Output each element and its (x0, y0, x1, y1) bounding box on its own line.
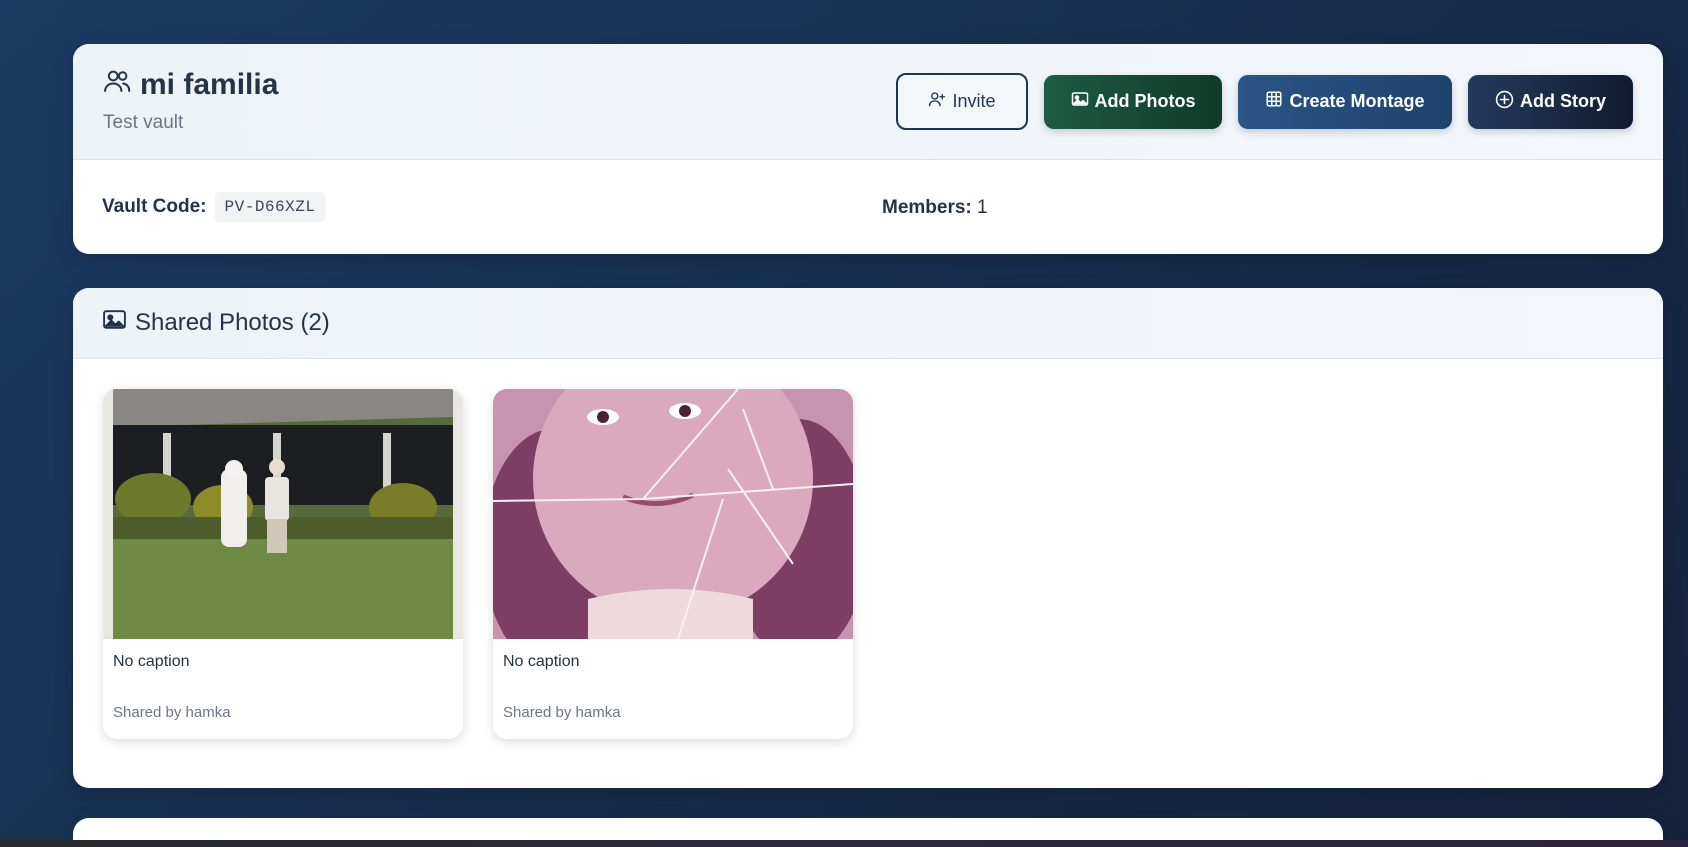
vault-title: mi familia (102, 66, 278, 104)
add-story-label: Add Story (1519, 91, 1606, 111)
vault-name: mi familia (140, 68, 279, 101)
photo-shared-by: Shared by hamka (503, 704, 621, 721)
vault-meta: Vault Code: PV-D66XZL Members: 1 (73, 160, 1663, 254)
grid-icon (1265, 90, 1283, 113)
shared-photos-title: Shared Photos (2) (135, 309, 330, 336)
invite-label: Invite (952, 91, 996, 111)
vault-actions: Invite Add Photos Create Montage Add Sto… (896, 73, 1633, 130)
add-story-button[interactable]: Add Story (1468, 74, 1633, 129)
add-photos-label: Add Photos (1094, 91, 1196, 111)
images-icon (102, 307, 127, 339)
photo-thumbnail[interactable] (103, 389, 463, 639)
vault-code-label: Vault Code: (102, 196, 207, 217)
shared-photos-card: Shared Photos (2) No caption Shared by h… (73, 288, 1663, 788)
photo-card[interactable]: No caption Shared by hamka (493, 389, 853, 739)
photo-card[interactable]: No caption Shared by hamka (103, 389, 463, 739)
photo-caption: No caption (503, 653, 580, 670)
photo-grid: No caption Shared by hamka No caption Sh… (103, 389, 853, 739)
user-plus-icon (928, 90, 946, 113)
users-icon (102, 66, 132, 104)
girl-portrait-photo (493, 389, 853, 639)
add-photos-button[interactable]: Add Photos (1044, 74, 1222, 129)
photo-caption: No caption (113, 653, 190, 670)
image-icon (1071, 90, 1089, 113)
photo-shared-by: Shared by hamka (113, 704, 231, 721)
taskbar (0, 840, 1688, 847)
vault-header: mi familia Test vault Invite Add Photos … (73, 44, 1663, 160)
vault-description: Test vault (103, 112, 184, 133)
vault-card: mi familia Test vault Invite Add Photos … (73, 44, 1663, 254)
invite-button[interactable]: Invite (896, 73, 1028, 130)
vault-code: Vault Code: PV-D66XZL (102, 192, 326, 222)
photo-thumbnail[interactable] (493, 389, 853, 639)
plus-circle-icon (1495, 90, 1514, 114)
members-count: Members: 1 (882, 197, 988, 219)
shared-photos-header: Shared Photos (2) (73, 288, 1663, 359)
create-montage-label: Create Montage (1289, 91, 1425, 111)
create-montage-button[interactable]: Create Montage (1238, 74, 1452, 129)
members-value: 1 (977, 197, 988, 218)
vault-code-value: PV-D66XZL (214, 192, 326, 222)
members-label: Members: (882, 197, 972, 218)
couple-garden-photo (103, 389, 463, 639)
